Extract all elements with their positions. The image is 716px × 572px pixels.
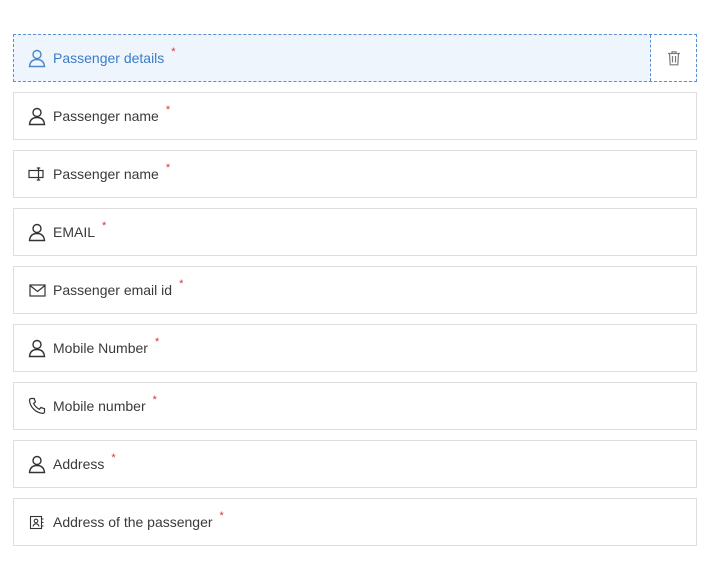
required-marker: * [111, 452, 116, 464]
field-mobile-number[interactable]: Mobile Number * [13, 324, 697, 372]
person-icon [26, 47, 48, 69]
field-label: Mobile number [53, 398, 146, 414]
field-address[interactable]: Address * [13, 440, 697, 488]
field-email[interactable]: EMAIL * [13, 208, 697, 256]
address-card-icon [26, 511, 48, 533]
text-field-icon [26, 163, 48, 185]
required-marker: * [165, 162, 171, 174]
delete-field-button[interactable] [650, 35, 696, 81]
phone-icon [26, 395, 48, 417]
field-passenger-name[interactable]: Passenger name * [13, 92, 697, 140]
required-marker: * [219, 510, 224, 522]
field-passenger-email[interactable]: Passenger email id * [13, 266, 697, 314]
required-marker: * [154, 336, 160, 348]
field-label: Passenger details [53, 50, 165, 66]
required-marker: * [171, 46, 176, 58]
required-marker: * [152, 394, 157, 406]
person-icon [26, 453, 48, 475]
field-label: EMAIL [53, 224, 96, 240]
field-label: Mobile Number [53, 340, 148, 356]
person-icon [26, 221, 48, 243]
field-label: Address of the passenger [53, 514, 213, 530]
required-marker: * [102, 220, 107, 232]
person-icon [26, 337, 48, 359]
field-label: Passenger email id [53, 282, 173, 298]
field-address-of-passenger[interactable]: Address of the passenger * [13, 498, 697, 546]
field-passenger-name-text[interactable]: Passenger name * [13, 150, 697, 198]
field-label: Passenger name [53, 108, 159, 124]
trash-icon [667, 50, 681, 66]
envelope-icon [26, 279, 48, 301]
form-field-list: Passenger details * Passenger name * Pas… [13, 34, 697, 556]
required-marker: * [179, 278, 184, 290]
field-mobile-number-phone[interactable]: Mobile number * [13, 382, 697, 430]
required-marker: * [165, 104, 171, 116]
field-label: Passenger name [53, 166, 159, 182]
field-passenger-details[interactable]: Passenger details * [13, 34, 697, 82]
person-icon [26, 105, 48, 127]
field-label: Address [53, 456, 105, 472]
